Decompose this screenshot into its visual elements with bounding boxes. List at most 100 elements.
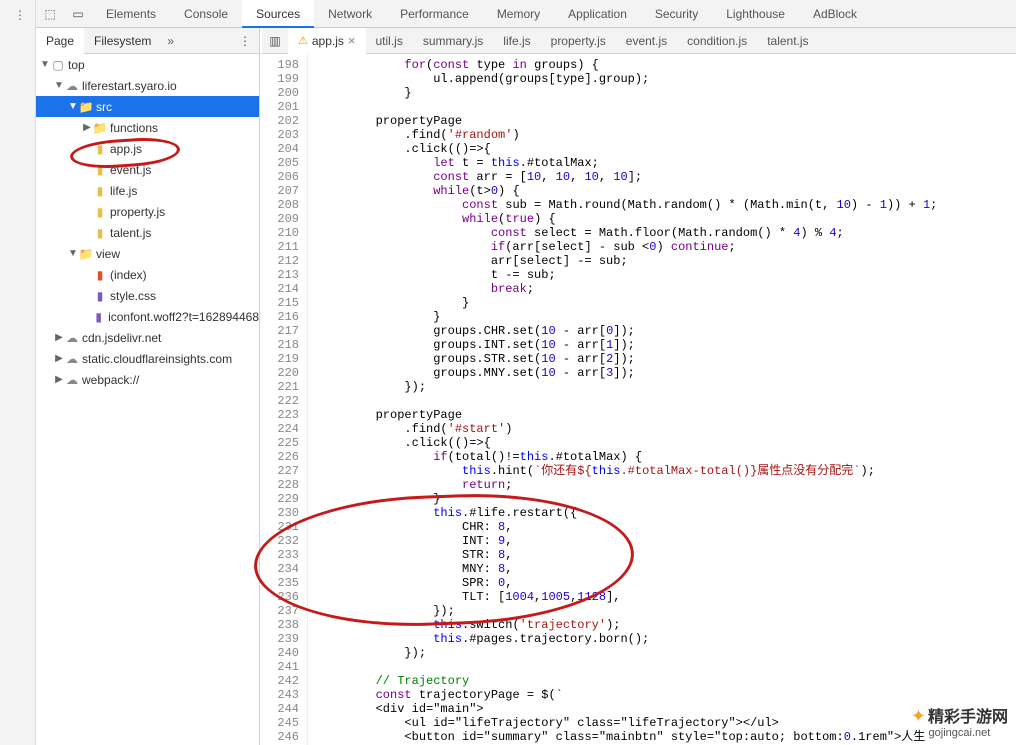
- disclosure-triangle-icon[interactable]: ▶: [82, 122, 92, 133]
- file-tree: ▼▢top▼☁liferestart.syaro.io▼📁src▶📁functi…: [36, 54, 260, 745]
- tree-node[interactable]: ▮style.css: [36, 285, 259, 306]
- tree-node-label: webpack://: [82, 373, 139, 387]
- tree-node[interactable]: ▮event.js: [36, 159, 259, 180]
- navigator-more-icon[interactable]: ⋮: [231, 34, 259, 48]
- panel-tab-security[interactable]: Security: [641, 0, 712, 28]
- tree-node-label: liferestart.syaro.io: [82, 79, 177, 93]
- cloud-icon: ☁: [64, 373, 80, 387]
- editor-tab-label: condition.js: [687, 28, 747, 54]
- tree-node-label: property.js: [110, 205, 165, 219]
- panel-tab-elements[interactable]: Elements: [92, 0, 170, 28]
- editor-tab[interactable]: event.js: [616, 28, 677, 54]
- js-icon: ▮: [92, 163, 108, 177]
- panel-tab-memory[interactable]: Memory: [483, 0, 554, 28]
- js-icon: ▮: [92, 226, 108, 240]
- code-editor[interactable]: 198 199 200 201 202 203 204 205 206 207 …: [262, 54, 1016, 745]
- tree-node-label: view: [96, 247, 120, 261]
- more-icon[interactable]: ⋮: [0, 0, 35, 22]
- panel-tab-adblock[interactable]: AdBlock: [799, 0, 871, 28]
- editor-tab[interactable]: util.js: [366, 28, 413, 54]
- editor-tab[interactable]: talent.js: [757, 28, 818, 54]
- device-toolbar-icon[interactable]: ▭: [64, 7, 92, 21]
- tree-node[interactable]: ▼📁src: [36, 96, 259, 117]
- tree-node-label: talent.js: [110, 226, 151, 240]
- tree-node-label: event.js: [110, 163, 151, 177]
- tree-node-label: app.js: [110, 142, 142, 156]
- disclosure-triangle-icon[interactable]: ▶: [54, 332, 64, 343]
- panel-tab-performance[interactable]: Performance: [386, 0, 483, 28]
- devtools-left-rail: ⋮: [0, 0, 36, 745]
- navigator-tabs: PageFilesystem » ⋮: [36, 28, 260, 54]
- tree-node-label: functions: [110, 121, 158, 135]
- css-icon: ▮: [92, 289, 108, 303]
- editor-tab-label: life.js: [503, 28, 530, 54]
- editor-tab[interactable]: condition.js: [677, 28, 757, 54]
- line-number-gutter: 198 199 200 201 202 203 204 205 206 207 …: [262, 54, 308, 745]
- editor-tab-strip: ▥ ⚠app.js× util.js summary.js life.js proper…: [262, 28, 1016, 54]
- tree-node-label: life.js: [110, 184, 137, 198]
- tree-node[interactable]: ▮life.js: [36, 180, 259, 201]
- panel-tab-application[interactable]: Application: [554, 0, 641, 28]
- tree-node[interactable]: ▮app.js: [36, 138, 259, 159]
- cloud-icon: ☁: [64, 79, 80, 93]
- tree-node-label: iconfont.woff2?t=162894468: [108, 310, 259, 324]
- tree-node-label: src: [96, 100, 112, 114]
- panel-tab-console[interactable]: Console: [170, 0, 242, 28]
- panel-tab-sources[interactable]: Sources: [242, 0, 314, 28]
- html-icon: ▮: [92, 268, 108, 282]
- tree-node[interactable]: ▶📁functions: [36, 117, 259, 138]
- tree-node-label: cdn.jsdelivr.net: [82, 331, 161, 345]
- disclosure-triangle-icon[interactable]: ▼: [54, 80, 64, 91]
- tree-node[interactable]: ▮(index): [36, 264, 259, 285]
- editor-tab-label: summary.js: [423, 28, 483, 54]
- tree-node[interactable]: ▶☁cdn.jsdelivr.net: [36, 327, 259, 348]
- editor-tab-label: property.js: [551, 28, 606, 54]
- panel-tab-network[interactable]: Network: [314, 0, 386, 28]
- frame-icon: ▢: [50, 58, 66, 72]
- js-icon: ▮: [92, 142, 108, 156]
- show-navigator-icon[interactable]: ▥: [262, 34, 288, 48]
- folder-blue-icon: 📁: [78, 100, 94, 114]
- disclosure-triangle-icon[interactable]: ▼: [68, 101, 78, 112]
- tree-node-label: (index): [110, 268, 147, 282]
- disclosure-triangle-icon[interactable]: ▶: [54, 353, 64, 364]
- cloud-icon: ☁: [64, 331, 80, 345]
- disclosure-triangle-icon[interactable]: ▼: [68, 248, 78, 259]
- code-content[interactable]: for(const type in groups) { ul.append(gr…: [308, 54, 1016, 745]
- tree-node[interactable]: ▮talent.js: [36, 222, 259, 243]
- editor-tab-label: util.js: [376, 28, 403, 54]
- folder-blue-icon: 📁: [92, 121, 108, 135]
- editor-tab-label: event.js: [626, 28, 667, 54]
- navigator-tab-page[interactable]: Page: [36, 28, 84, 54]
- tree-node-label: static.cloudflareinsights.com: [82, 352, 232, 366]
- tree-node[interactable]: ▼▢top: [36, 54, 259, 75]
- inspect-icon[interactable]: ⬚: [36, 7, 64, 21]
- tree-node[interactable]: ▼☁liferestart.syaro.io: [36, 75, 259, 96]
- tree-node-label: style.css: [110, 289, 156, 303]
- editor-tab[interactable]: ⚠app.js×: [288, 28, 366, 54]
- cloud-icon: ☁: [64, 352, 80, 366]
- disclosure-triangle-icon[interactable]: ▶: [54, 374, 64, 385]
- navigator-tab-filesystem[interactable]: Filesystem: [84, 28, 161, 54]
- editor-tab-label: app.js: [312, 28, 344, 54]
- tree-node[interactable]: ▶☁static.cloudflareinsights.com: [36, 348, 259, 369]
- editor-tab[interactable]: property.js: [541, 28, 616, 54]
- disclosure-triangle-icon[interactable]: ▼: [40, 59, 50, 70]
- editor-tab[interactable]: life.js: [493, 28, 540, 54]
- tree-node[interactable]: ▶☁webpack://: [36, 369, 259, 390]
- folder-blue-icon: 📁: [78, 247, 94, 261]
- devtools-panel-tabs: ⬚ ▭ ElementsConsoleSourcesNetworkPerform…: [36, 0, 1016, 28]
- font-icon: ▮: [91, 310, 106, 324]
- panel-tab-lighthouse[interactable]: Lighthouse: [712, 0, 799, 28]
- overflow-chevron-icon[interactable]: »: [161, 34, 180, 48]
- tree-node-label: top: [68, 58, 85, 72]
- close-icon[interactable]: ×: [348, 28, 356, 54]
- tree-node[interactable]: ▮iconfont.woff2?t=162894468: [36, 306, 259, 327]
- editor-tab-label: talent.js: [767, 28, 808, 54]
- editor-tab[interactable]: summary.js: [413, 28, 493, 54]
- tree-node[interactable]: ▼📁view: [36, 243, 259, 264]
- js-icon: ▮: [92, 184, 108, 198]
- js-icon: ▮: [92, 205, 108, 219]
- warning-icon: ⚠: [298, 28, 308, 54]
- tree-node[interactable]: ▮property.js: [36, 201, 259, 222]
